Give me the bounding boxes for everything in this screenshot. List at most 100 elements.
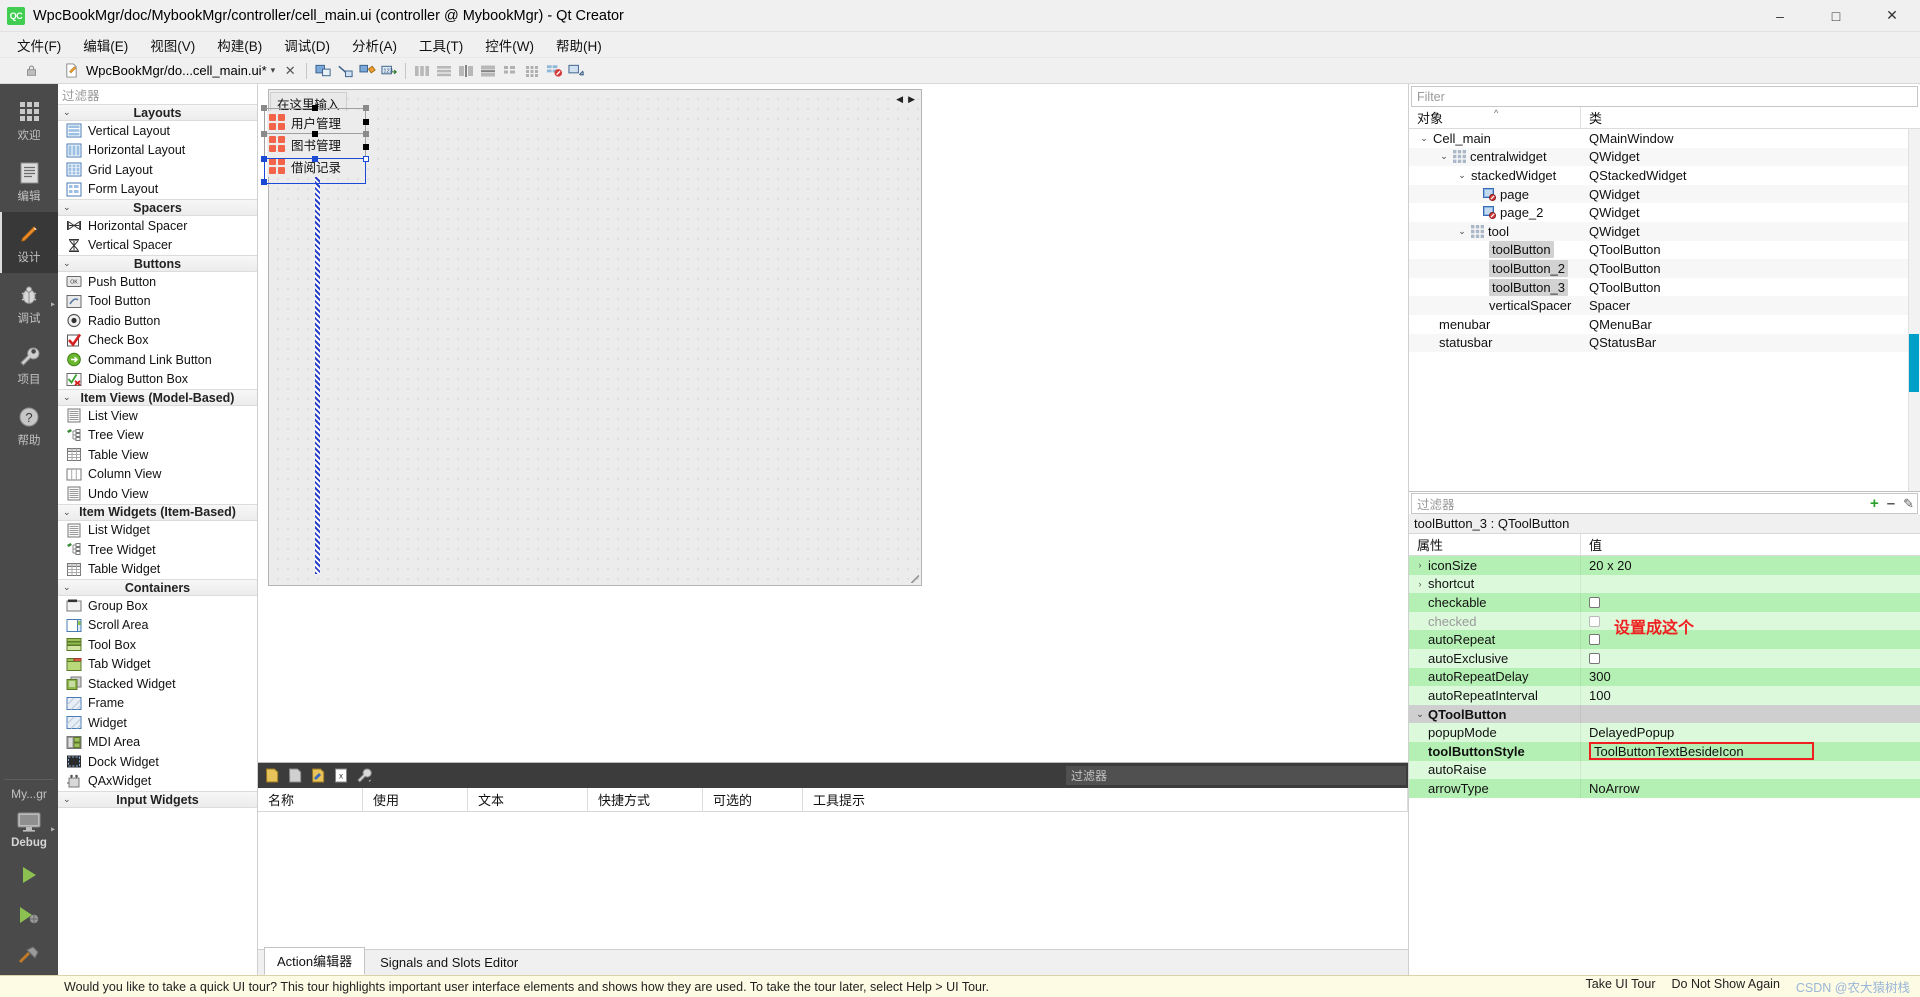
build-button[interactable]	[0, 935, 58, 975]
widget-item-widget[interactable]: Widget	[58, 713, 257, 733]
column-class[interactable]: 类	[1581, 107, 1602, 129]
stacked-page-nav[interactable]: ◀ ▶	[896, 94, 915, 105]
resize-handle[interactable]	[261, 179, 267, 185]
property-row-iconsize[interactable]: › iconSize 20 x 20	[1409, 556, 1920, 575]
widget-item-grid-layout[interactable]: Grid Layout	[58, 160, 257, 180]
widget-item-frame[interactable]: Frame	[58, 694, 257, 714]
table-row[interactable]: menubar QMenuBar	[1409, 315, 1920, 334]
widget-item-undo-view[interactable]: Undo View	[58, 484, 257, 504]
widget-box-filter[interactable]: 过滤器	[58, 84, 257, 104]
configure-action-icon[interactable]	[355, 767, 373, 785]
menu-tools[interactable]: 工具(T)	[408, 32, 474, 58]
resize-handle[interactable]	[363, 105, 369, 111]
table-row[interactable]: ⌄ centralwidget QWidget	[1409, 147, 1920, 167]
property-row-autorepeatinterval[interactable]: autoRepeatInterval 100	[1409, 686, 1920, 705]
layout-form-icon[interactable]	[499, 60, 521, 82]
edit-widgets-icon[interactable]	[312, 60, 334, 82]
menu-view[interactable]: 视图(V)	[139, 32, 206, 58]
chevron-right-icon[interactable]: ›	[1415, 579, 1425, 589]
widget-item-form-layout[interactable]: Form Layout	[58, 180, 257, 200]
widget-item-horizontal-spacer[interactable]: Horizontal Spacer	[58, 216, 257, 236]
widget-item-tree-widget[interactable]: Tree Widget	[58, 540, 257, 560]
table-row[interactable]: page QWidget	[1409, 184, 1920, 204]
widget-item-qaxwidget[interactable]: QAxWidget	[58, 772, 257, 792]
widget-item-push-button[interactable]: OK Push Button	[58, 272, 257, 292]
menu-analyze[interactable]: 分析(A)	[341, 32, 408, 58]
do-not-show-again-button[interactable]: Do Not Show Again	[1672, 977, 1780, 996]
menu-file[interactable]: 文件(F)	[6, 32, 72, 58]
property-row-autoraise[interactable]: autoRaise	[1409, 760, 1920, 780]
chevron-down-icon[interactable]: ⌄	[1457, 226, 1467, 237]
table-row[interactable]: toolButton_3 QToolButton	[1409, 278, 1920, 297]
property-value-autorepeatdelay[interactable]: 300	[1581, 668, 1920, 687]
column-text[interactable]: 文本	[468, 787, 588, 812]
chevron-down-icon[interactable]: ⌄	[1457, 170, 1467, 181]
widget-item-vertical-layout[interactable]: Vertical Layout	[58, 121, 257, 141]
adjust-size-icon[interactable]	[565, 60, 587, 82]
widget-item-vertical-spacer[interactable]: Vertical Spacer	[58, 236, 257, 256]
widget-group-containers[interactable]: ⌄ Containers	[58, 579, 257, 596]
layout-splitter-vertical-icon[interactable]	[477, 60, 499, 82]
widget-item-mdi-area[interactable]: MDI Area	[58, 733, 257, 753]
chevron-right-target-icon[interactable]: ▸	[51, 825, 55, 834]
column-value[interactable]: 值	[1581, 535, 1602, 554]
next-page-icon[interactable]: ▶	[908, 94, 915, 105]
chevron-down-icon[interactable]: ⌄	[1439, 151, 1449, 162]
object-inspector-rows[interactable]: ⌄ Cell_main QMainWindow ⌄ centralwidget …	[1409, 129, 1920, 491]
widget-item-tree-view[interactable]: Tree View	[58, 426, 257, 446]
table-row[interactable]: toolButton QToolButton	[1409, 241, 1920, 260]
widget-item-column-view[interactable]: Column View	[58, 465, 257, 485]
layout-splitter-horizontal-icon[interactable]	[455, 60, 477, 82]
resize-handle[interactable]	[312, 105, 318, 111]
resize-handle[interactable]	[261, 105, 267, 111]
form-preview[interactable]: ◀ ▶	[268, 89, 922, 586]
widget-item-tool-box[interactable]: Tool Box	[58, 635, 257, 655]
checkbox-autorepeat[interactable]	[1589, 634, 1600, 646]
property-value-iconsize[interactable]: 20 x 20	[1581, 556, 1920, 575]
table-row[interactable]: page_2 QWidget	[1409, 203, 1920, 222]
minimize-button[interactable]: –	[1752, 0, 1808, 32]
tab-action-editor[interactable]: Action编辑器	[264, 947, 366, 975]
widget-item-command-link-button[interactable]: Command Link Button	[58, 350, 257, 370]
edit-signals-slots-icon[interactable]	[334, 60, 356, 82]
property-value-autorepeatinterval[interactable]: 100	[1581, 686, 1920, 705]
property-value-shortcut[interactable]	[1581, 575, 1920, 594]
close-button[interactable]: ✕	[1864, 0, 1920, 32]
widget-item-group-box[interactable]: Group Box	[58, 596, 257, 616]
checkbox-autoexclusive[interactable]	[1589, 652, 1600, 664]
layout-grid-icon[interactable]	[521, 60, 543, 82]
property-group-qtoolbutton[interactable]: ⌄ QToolButton	[1409, 704, 1920, 724]
resize-handle[interactable]	[261, 131, 267, 137]
form-editor-canvas[interactable]: ◀ ▶ 在这里输入 用户管理 图书管理 借阅记录	[258, 84, 1408, 763]
table-row[interactable]: ⌄ tool QWidget	[1409, 221, 1920, 241]
property-value-popupmode[interactable]: DelayedPopup	[1581, 723, 1920, 742]
tab-signals-slots-editor[interactable]: Signals and Slots Editor	[367, 951, 532, 975]
widget-item-stacked-widget[interactable]: Stacked Widget	[58, 674, 257, 694]
widget-group-spacers[interactable]: ⌄ Spacers	[58, 199, 257, 216]
break-layout-icon[interactable]	[543, 60, 565, 82]
property-row-checkable[interactable]: checkable	[1409, 593, 1920, 612]
property-value-autoexclusive[interactable]	[1581, 649, 1920, 668]
property-value-checkable[interactable]	[1581, 593, 1920, 612]
property-row-shortcut[interactable]: › shortcut	[1409, 574, 1920, 594]
widget-item-tool-button[interactable]: Tool Button	[58, 292, 257, 312]
resize-handle[interactable]	[363, 119, 369, 125]
menu-help[interactable]: 帮助(H)	[545, 32, 613, 58]
widget-item-check-box[interactable]: Check Box	[58, 331, 257, 351]
mode-debug[interactable]: 调试 ▸	[0, 273, 58, 334]
widget-item-horizontal-layout[interactable]: Horizontal Layout	[58, 141, 257, 161]
property-row-autorepeatdelay[interactable]: autoRepeatDelay 300	[1409, 667, 1920, 687]
open-file-selector[interactable]: WpcBookMgr/do...cell_main.ui* ▾	[82, 62, 279, 79]
chevron-right-icon[interactable]: ›	[1415, 560, 1425, 570]
action-editor-rows[interactable]	[258, 812, 1408, 949]
mode-edit[interactable]: 编辑	[0, 151, 58, 212]
column-name[interactable]: 名称	[258, 787, 363, 812]
take-ui-tour-button[interactable]: Take UI Tour	[1586, 977, 1656, 996]
property-row-arrowtype[interactable]: arrowType NoArrow	[1409, 779, 1920, 798]
layout-vertical-icon[interactable]	[433, 60, 455, 82]
widget-item-dock-widget[interactable]: Dock Widget	[58, 752, 257, 772]
prev-page-icon[interactable]: ◀	[896, 94, 903, 105]
column-shortcut[interactable]: 快捷方式	[588, 787, 703, 812]
resize-grip[interactable]	[911, 575, 919, 583]
widget-group-buttons[interactable]: ⌄ Buttons	[58, 255, 257, 272]
